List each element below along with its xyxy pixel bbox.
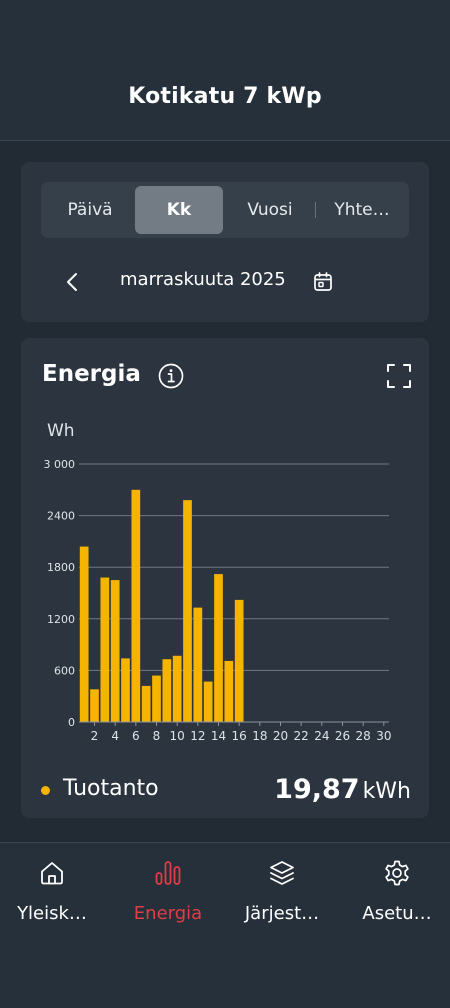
date-label[interactable]: marraskuuta 2025 xyxy=(120,269,286,290)
bar xyxy=(162,659,172,722)
home-icon xyxy=(41,862,63,885)
nav-overview[interactable]: Yleisk… xyxy=(0,843,108,953)
bar xyxy=(90,689,99,722)
bar xyxy=(152,675,161,722)
energy-title: Energia xyxy=(42,361,141,387)
expand-icon[interactable] xyxy=(385,362,413,390)
energy-bar-chart: Wh 0 600 1200 1800 2400 3 000 2 4 6 8 10 12 14 16 18 20 2… xyxy=(21,408,429,758)
bar xyxy=(224,660,234,722)
bar xyxy=(79,546,89,722)
legend-dot xyxy=(41,786,50,795)
y-tick-label: 1200 xyxy=(47,613,75,626)
info-icon[interactable] xyxy=(157,362,185,390)
bottom-navigation: Yleisk… Energia Järjest… Asetu… xyxy=(0,842,450,1008)
total-unit: kWh xyxy=(362,779,411,804)
energy-card: Energia Wh 0 600 1200 1800 2400 3 000 2 4 6 8 10 12 1… xyxy=(21,338,429,818)
bar xyxy=(131,489,141,722)
x-tick-label: 18 xyxy=(252,729,267,743)
bar xyxy=(121,658,130,722)
bar xyxy=(183,500,192,722)
layers-icon xyxy=(270,861,294,885)
bar xyxy=(141,685,151,722)
bar xyxy=(110,580,120,722)
page-title: Kotikatu 7 kWp xyxy=(128,84,322,109)
x-tick-label: 4 xyxy=(111,729,119,743)
y-tick-label: 3 000 xyxy=(44,458,76,471)
bar xyxy=(203,681,213,722)
nav-energy-label: Energia xyxy=(133,903,203,924)
tab-month[interactable]: Kk xyxy=(135,186,223,234)
nav-overview-label: Yleisk… xyxy=(17,903,87,924)
x-tick-label: 28 xyxy=(356,729,371,743)
bar xyxy=(100,577,110,722)
tab-year[interactable]: Vuosi xyxy=(225,186,315,234)
bar xyxy=(193,607,203,722)
x-tick-label: 16 xyxy=(232,729,247,743)
period-selector-card: Päivä Kk Vuosi Yhte… marraskuuta 2025 xyxy=(21,162,429,322)
x-tick-label: 22 xyxy=(294,729,309,743)
nav-settings-label: Asetu… xyxy=(362,903,432,924)
bar xyxy=(172,655,182,722)
y-tick-label: 600 xyxy=(54,664,75,677)
bar xyxy=(234,599,244,722)
nav-settings[interactable]: Asetu… xyxy=(341,843,450,953)
chart-canvas: Wh06001200180024003 0002 4 6 8 10 12 14 16 18 20 2… xyxy=(44,421,392,743)
date-navigator: marraskuuta 2025 xyxy=(21,258,429,306)
nav-system[interactable]: Järjest… xyxy=(226,843,338,953)
period-tabs: Päivä Kk Vuosi Yhte… xyxy=(41,182,409,238)
y-tick-label: 2400 xyxy=(47,510,75,523)
chart-legend: Tuotanto 19,87 kWh xyxy=(41,774,411,806)
tab-divider xyxy=(315,202,316,218)
nav-system-label: Järjest… xyxy=(244,903,320,924)
x-tick-label: 2 xyxy=(91,729,99,743)
app-header: Kotikatu 7 kWp xyxy=(0,0,450,141)
x-tick-label: 12 xyxy=(190,729,205,743)
y-axis-unit-label: Wh xyxy=(47,421,75,441)
total-value: 19,87 xyxy=(274,774,360,805)
x-tick-label: 26 xyxy=(335,729,350,743)
bar-chart-icon xyxy=(155,861,181,885)
x-tick-label: 20 xyxy=(273,729,288,743)
calendar-icon[interactable] xyxy=(311,270,335,294)
x-tick-label: 10 xyxy=(170,729,185,743)
tab-total[interactable]: Yhte… xyxy=(317,186,407,234)
x-tick-label: 8 xyxy=(153,729,161,743)
legend-label: Tuotanto xyxy=(63,776,159,801)
x-tick-label: 30 xyxy=(376,729,391,743)
x-tick-label: 14 xyxy=(211,729,226,743)
y-tick-label: 1800 xyxy=(47,561,75,574)
x-tick-label: 24 xyxy=(314,729,329,743)
gear-icon xyxy=(385,860,409,886)
chevron-left-icon[interactable] xyxy=(61,270,85,294)
x-tick-label: 6 xyxy=(132,729,140,743)
nav-energy[interactable]: Energia xyxy=(112,843,224,953)
y-tick-label: 0 xyxy=(68,716,75,729)
bar xyxy=(214,574,223,722)
total-production: 19,87 kWh xyxy=(274,774,411,805)
tab-day[interactable]: Päivä xyxy=(45,186,135,234)
